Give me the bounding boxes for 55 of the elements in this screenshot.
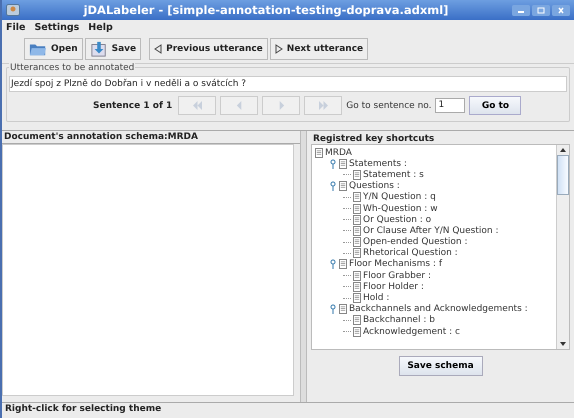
menu-item[interactable]: Settings [34,22,80,33]
toolbar-button[interactable]: Open [24,38,83,60]
app-icon [6,4,20,16]
goto-button[interactable]: Go to [469,96,522,115]
maximize-icon[interactable] [532,4,550,16]
save-schema-button[interactable]: Save schema [398,356,482,376]
document-icon [339,304,347,314]
document-icon [315,148,323,158]
expand-handle-icon[interactable] [329,304,337,314]
tree-item[interactable]: Statements : [349,158,407,169]
sentence-counter: Sentence 1 of 1 [93,100,172,110]
document-icon [353,170,361,180]
toolbar-button[interactable]: Next utterance [270,38,368,60]
sentence-number-field[interactable]: 1 [435,98,466,113]
double-arrow-icon [192,101,203,110]
tree-item[interactable]: Or Question : o [363,214,432,225]
tree-item[interactable]: Acknowledgement : c [363,326,460,337]
tree-item[interactable]: Backchannel : b [363,315,435,326]
group-title: Registred key shortcuts [313,134,436,144]
window-title: jDALabeler - [simple-annotation-testing-doprava.adxml] [82,3,450,17]
document-icon [339,259,347,270]
status-text: Right-click for selecting theme [5,404,162,414]
vertical-scrollbar[interactable] [556,145,569,349]
document-icon [339,181,347,192]
tree-item[interactable]: Questions : [349,181,400,192]
toolbar-button[interactable]: Save [84,38,142,60]
expand-handle-icon[interactable] [329,181,337,192]
tree-item[interactable]: Open-ended Question : [363,237,468,248]
tree-item[interactable]: Floor Mechanisms : f [349,259,442,270]
tree-item[interactable]: Or Clause After Y/N Question : [363,226,498,236]
tree-item[interactable]: Hold : [363,293,390,304]
tree-item[interactable]: Backchannels and Acknowledgements : [349,304,528,314]
close-icon[interactable] [552,4,570,16]
tree-item[interactable]: Wh-Question : w [363,204,438,214]
utterance-field[interactable]: Jezdí spoj z Plzně do Dobřan i v neděli a o svátcích ? [9,76,567,92]
minimize-icon[interactable] [512,4,530,16]
expand-handle-icon[interactable] [329,259,337,270]
tree-item[interactable]: Rhetorical Question : [363,248,458,258]
scroll-thumb[interactable] [557,155,569,195]
tree-item[interactable]: MRDA [325,148,352,158]
left-triangle-icon [154,44,162,54]
group-title: Utterances to be annotated [9,63,136,73]
tree-item[interactable]: Floor Holder : [363,282,424,292]
tree-item[interactable]: Y/N Question : q [363,192,436,202]
right-triangle-icon [274,44,283,54]
expand-handle-icon[interactable] [329,158,337,169]
save-icon [90,41,108,57]
toolbar-button[interactable]: Previous utterance [149,38,268,60]
menu-item[interactable]: File [6,22,26,33]
menu-item[interactable]: Help [88,22,113,33]
tree-item[interactable]: Floor Grabber : [363,270,431,281]
goto-label: Go to sentence no. [346,100,432,110]
document-icon [339,158,347,169]
double-arrow-icon [318,101,329,110]
tree-item[interactable]: Statement : s [363,170,424,180]
